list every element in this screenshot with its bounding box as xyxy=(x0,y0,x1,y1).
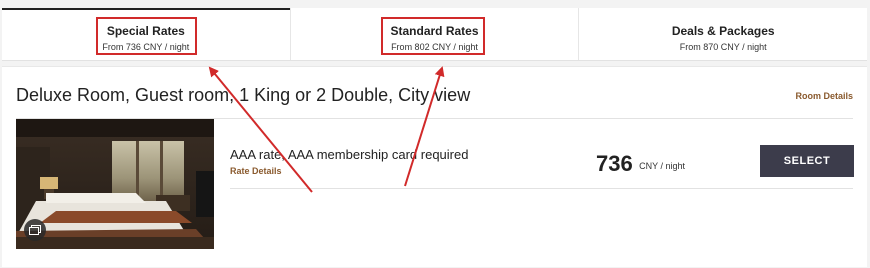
gallery-icon[interactable] xyxy=(24,219,46,241)
tab-label: Deals & Packages xyxy=(671,24,775,38)
room-details-link[interactable]: Room Details xyxy=(795,91,853,101)
tab-price: From 736 CNY / night xyxy=(102,42,190,52)
rate-details-link[interactable]: Rate Details xyxy=(230,166,282,176)
rate-tabs: Special Rates From 736 CNY / night Stand… xyxy=(2,8,867,61)
select-button[interactable]: SELECT xyxy=(760,145,854,177)
room-photo[interactable] xyxy=(16,119,214,249)
tab-deals-packages[interactable]: Deals & Packages From 870 CNY / night xyxy=(578,8,867,60)
tab-price: From 802 CNY / night xyxy=(391,42,478,52)
divider xyxy=(230,188,853,189)
room-panel: Deluxe Room, Guest room, 1 King or 2 Dou… xyxy=(2,66,867,267)
price-unit: CNY / night xyxy=(639,161,686,171)
tab-special-rates[interactable]: Special Rates From 736 CNY / night xyxy=(2,8,290,60)
rate-price: 736 CNY / night xyxy=(596,151,685,177)
tab-label: Special Rates xyxy=(106,24,185,38)
rate-name: AAA rate, AAA membership card required xyxy=(230,147,469,162)
tab-standard-rates[interactable]: Standard Rates From 802 CNY / night xyxy=(289,8,579,60)
tab-price: From 870 CNY / night xyxy=(679,42,767,52)
room-title: Deluxe Room, Guest room, 1 King or 2 Dou… xyxy=(16,85,471,105)
tab-label: Standard Rates xyxy=(390,24,479,38)
price-amount: 736 xyxy=(596,151,633,176)
